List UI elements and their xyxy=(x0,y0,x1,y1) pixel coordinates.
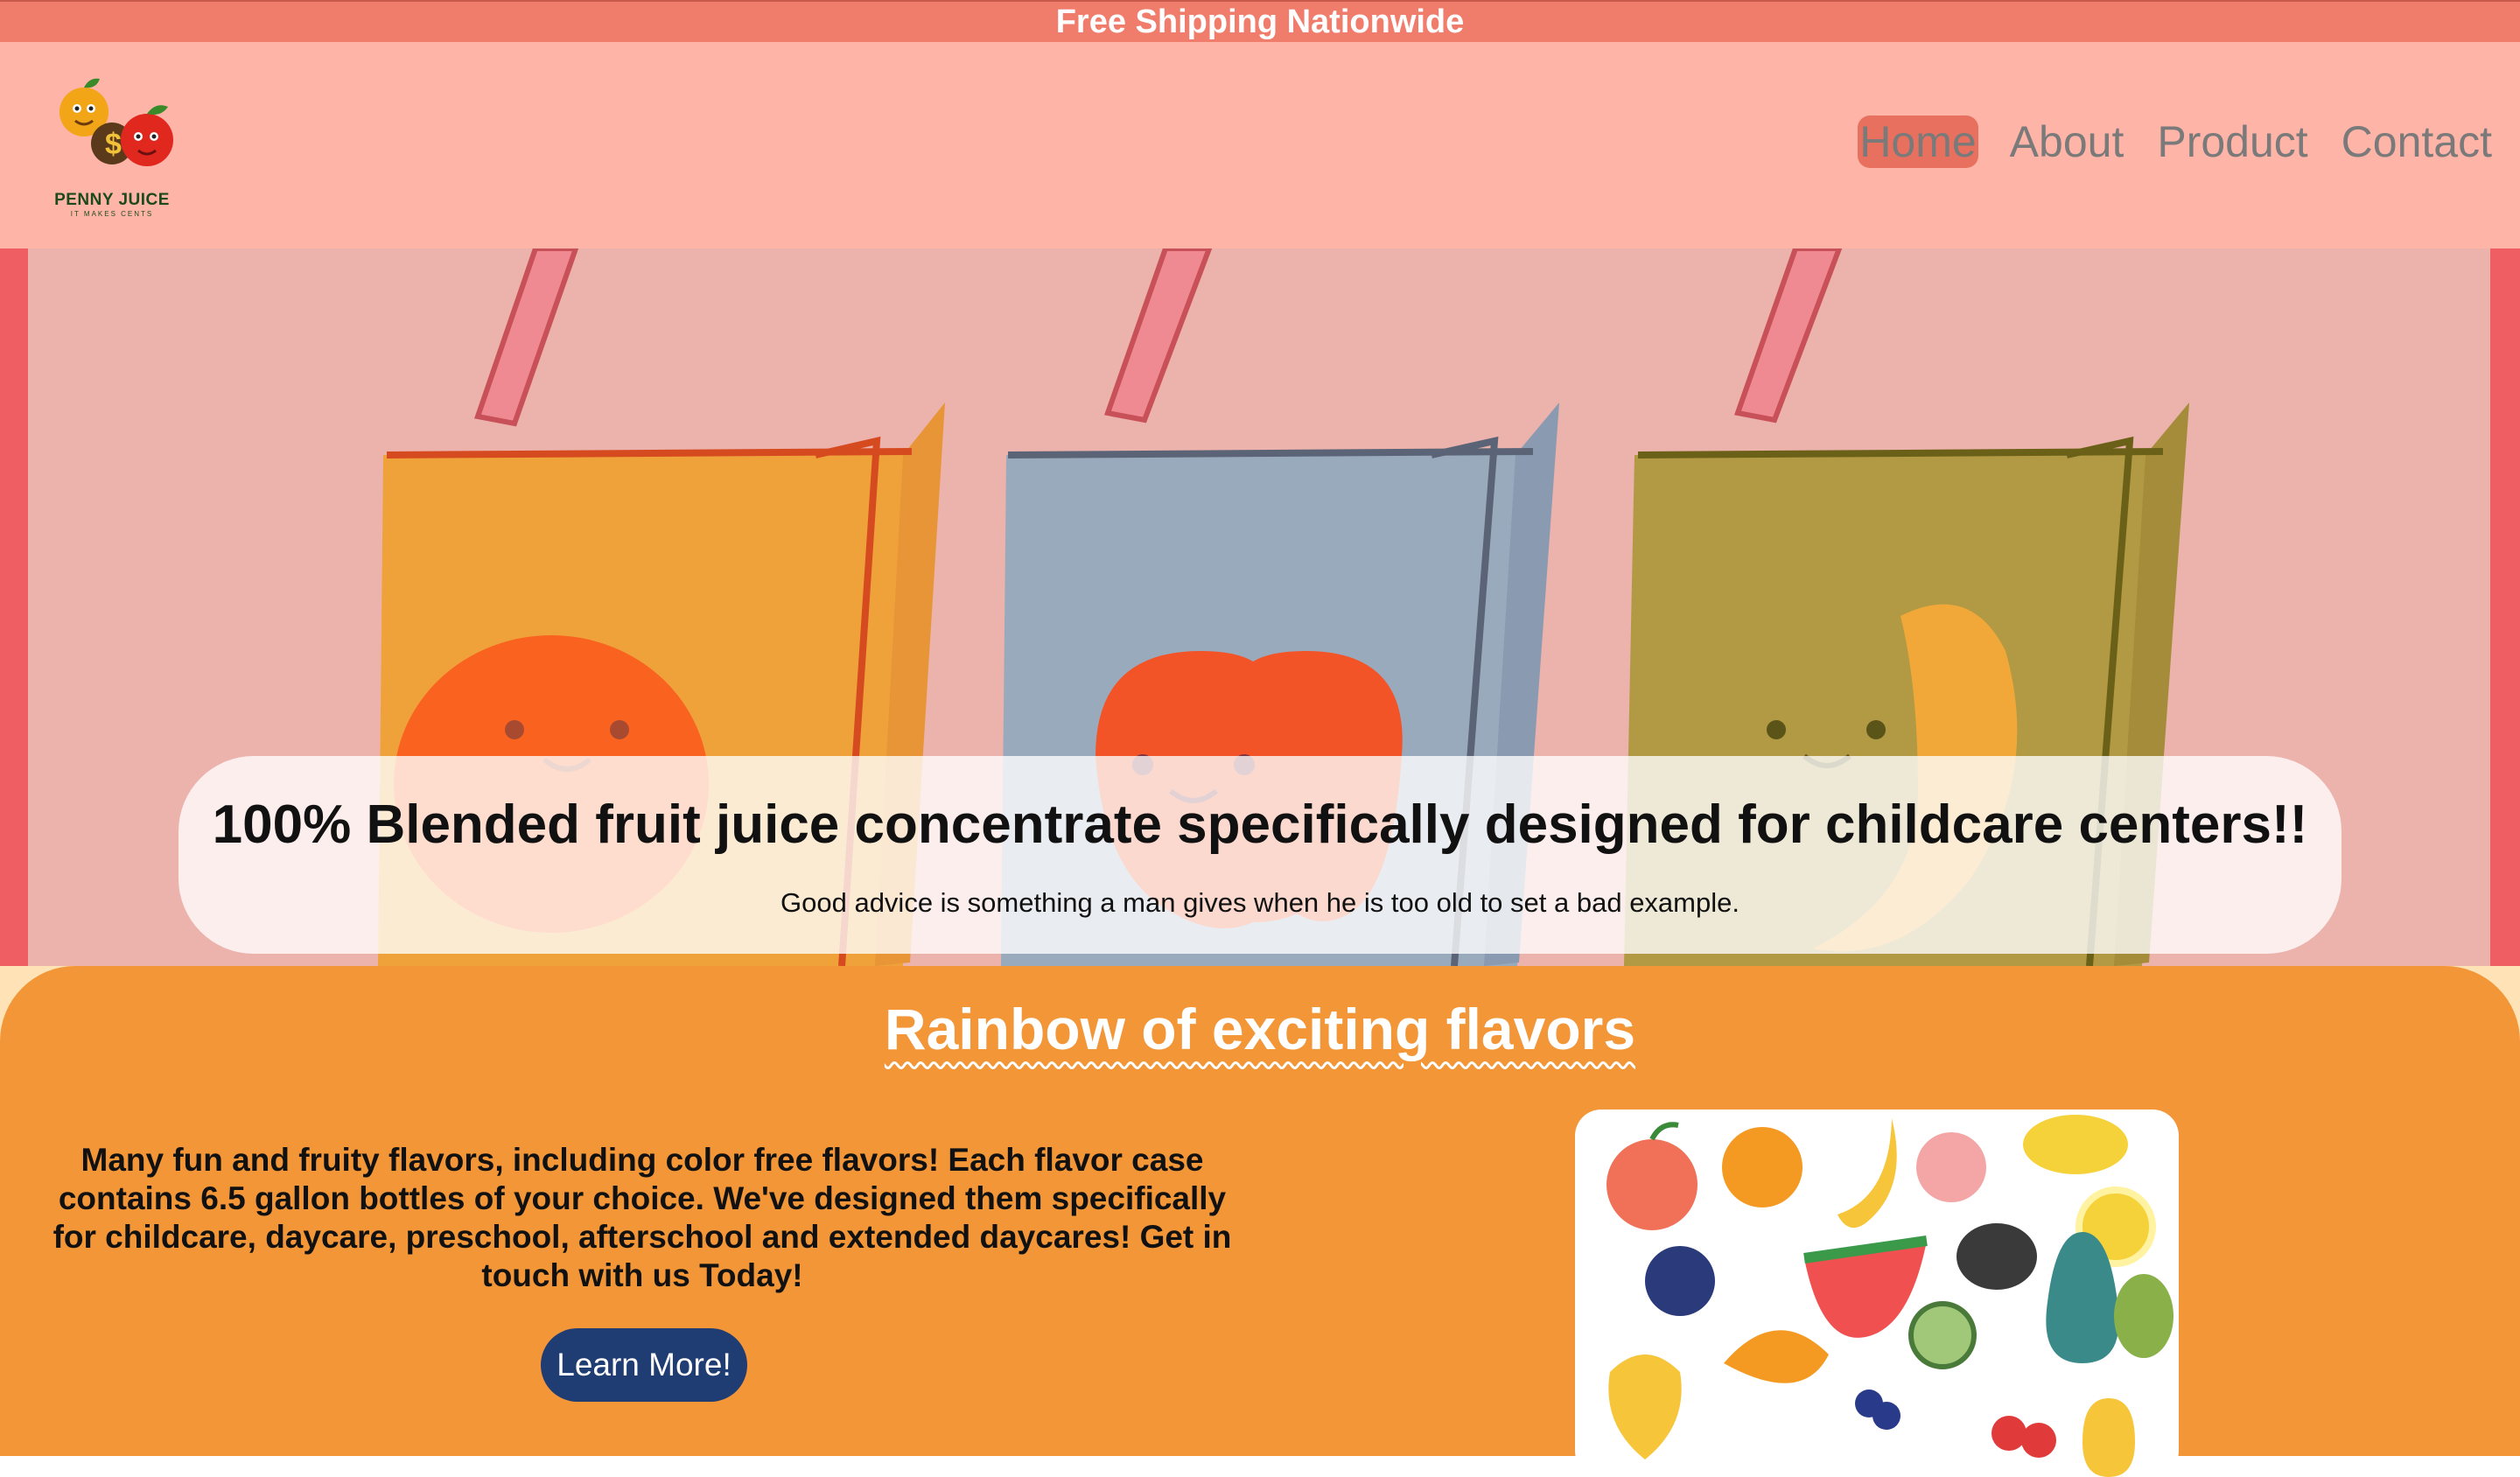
brand-name: PENNY JUICE xyxy=(54,191,170,209)
announcement-bar: Free Shipping Nationwide xyxy=(0,0,2520,42)
nav-product[interactable]: Product xyxy=(2155,116,2309,168)
hero-banner: 100% Blended fruit juice concentrate spe… xyxy=(0,248,2520,966)
flavors-section: Rainbow of exciting flavors Many fun and… xyxy=(0,966,2520,1477)
flavors-panel: Rainbow of exciting flavors Many fun and… xyxy=(0,966,2520,1477)
learn-more-button[interactable]: Learn More! xyxy=(541,1328,747,1402)
announcement-text: Free Shipping Nationwide xyxy=(1055,4,1465,40)
brand-logo[interactable]: $ PENNY JUICE IT MAKES CENTS xyxy=(40,74,184,231)
svg-text:$: $ xyxy=(105,128,122,161)
flavors-title: Rainbow of exciting flavors xyxy=(884,997,1636,1061)
hero-title: 100% Blended fruit juice concentrate spe… xyxy=(212,794,2308,855)
brand-tagline: IT MAKES CENTS xyxy=(70,210,154,218)
main-nav: Home About Product Contact xyxy=(1858,116,2494,168)
nav-contact[interactable]: Contact xyxy=(2340,116,2494,168)
flavors-description: Many fun and fruity flavors, including c… xyxy=(52,1142,1232,1293)
site-header: $ PENNY JUICE IT MAKES CENTS Home About … xyxy=(0,42,2520,248)
hero-subtitle: Good advice is something a man gives whe… xyxy=(780,887,1740,918)
nav-home[interactable]: Home xyxy=(1858,116,1978,168)
nav-about[interactable]: About xyxy=(2008,116,2126,168)
hero-text-card: 100% Blended fruit juice concentrate spe… xyxy=(178,756,2342,954)
fruits-pattern-icon xyxy=(1606,1115,2174,1477)
logo-fruit-icon: $ xyxy=(60,78,173,166)
fruit-illustration-card xyxy=(1575,1110,2179,1477)
